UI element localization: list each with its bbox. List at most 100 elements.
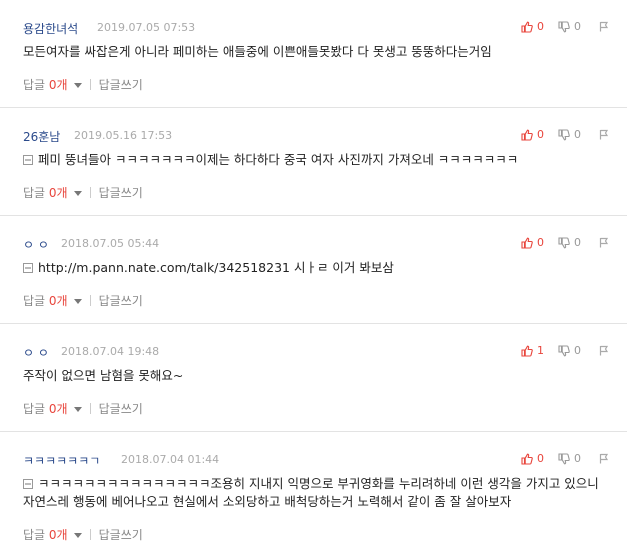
comment-footer: 답글 0개 답글쓰기 — [23, 526, 143, 543]
comment-date: 2018.07.04 01:44 — [121, 453, 220, 466]
image-icon — [23, 155, 33, 165]
comment-item: ㅇ ㅇ 2018.07.04 19:48 1 0 주작이 없으면 남혐을 못해요… — [0, 324, 627, 432]
comment-text: 페미 뚱녀들아 ㅋㅋㅋㅋㅋㅋㅋ이제는 하다하다 중국 여자 사진까지 가져오네 … — [38, 152, 519, 167]
reply-count: 0개 — [48, 78, 68, 92]
downvote-count: 0 — [574, 344, 581, 357]
vote-area: 0 0 — [507, 452, 609, 465]
upvote-button[interactable]: 1 — [521, 344, 544, 357]
reply-count: 0개 — [48, 528, 68, 542]
reply-label: 답글 — [23, 402, 46, 416]
upvote-count: 1 — [537, 344, 544, 357]
vote-area: 0 0 — [507, 128, 609, 141]
reply-count: 0개 — [48, 402, 68, 416]
reply-label: 답글 — [23, 186, 46, 200]
comment-item: ㅇ ㅇ 2018.07.05 05:44 0 0 http://m.pann.n… — [0, 216, 627, 324]
upvote-count: 0 — [537, 452, 544, 465]
reply-toggle[interactable]: 답글 0개 — [23, 400, 68, 417]
chevron-down-icon[interactable] — [73, 191, 82, 196]
comment-footer: 답글 0개 답글쓰기 — [23, 184, 143, 201]
comment-author[interactable]: ㅇ ㅇ — [23, 236, 49, 253]
comment-date: 2019.05.16 17:53 — [74, 129, 173, 142]
report-flag-icon[interactable] — [599, 21, 609, 32]
comment-author[interactable]: ㅇ ㅇ — [23, 344, 49, 361]
downvote-button[interactable]: 0 — [558, 20, 581, 33]
upvote-count: 0 — [537, 128, 544, 141]
comment-text: 주작이 없으면 남혐을 못해요~ — [23, 368, 184, 383]
reply-toggle[interactable]: 답글 0개 — [23, 526, 68, 543]
chevron-down-icon[interactable] — [73, 407, 82, 412]
thumb-up-icon — [521, 21, 533, 33]
comment-text: http://m.pann.nate.com/talk/342518231 시ㅏ… — [38, 260, 394, 275]
upvote-count: 0 — [537, 20, 544, 33]
thumb-down-icon — [558, 128, 570, 140]
upvote-button[interactable]: 0 — [521, 452, 544, 465]
comment-body: 페미 뚱녀들아 ㅋㅋㅋㅋㅋㅋㅋ이제는 하다하다 중국 여자 사진까지 가져오네 … — [23, 151, 607, 169]
write-reply-link[interactable]: 답글쓰기 — [99, 400, 143, 417]
reply-toggle[interactable]: 답글 0개 — [23, 184, 68, 201]
upvote-count: 0 — [537, 236, 544, 249]
comment-author[interactable]: ㅋㅋㅋㅋㅋㅋㄱ — [23, 452, 100, 469]
divider — [89, 79, 91, 90]
comment-footer: 답글 0개 답글쓰기 — [23, 292, 143, 309]
thumb-up-icon — [521, 345, 533, 357]
comment-author[interactable]: 26훈남 — [23, 128, 60, 145]
downvote-count: 0 — [574, 236, 581, 249]
chevron-down-icon[interactable] — [73, 83, 82, 88]
divider — [89, 295, 91, 306]
write-reply-link[interactable]: 답글쓰기 — [99, 184, 143, 201]
divider — [89, 403, 91, 414]
chevron-down-icon[interactable] — [73, 299, 82, 304]
divider — [89, 187, 91, 198]
divider — [89, 529, 91, 540]
downvote-count: 0 — [574, 128, 581, 141]
vote-area: 0 0 — [507, 236, 609, 249]
reply-label: 답글 — [23, 528, 46, 542]
upvote-button[interactable]: 0 — [521, 128, 544, 141]
report-flag-icon[interactable] — [599, 345, 609, 356]
comment-item: 용감한녀석 2019.07.05 07:53 0 0 모든여자를 싸잡은게 아니… — [0, 0, 627, 108]
comment-author[interactable]: 용감한녀석 — [23, 20, 78, 37]
comment-date: 2019.07.05 07:53 — [97, 21, 196, 34]
vote-area: 0 0 — [507, 20, 609, 33]
reply-count: 0개 — [48, 294, 68, 308]
reply-label: 답글 — [23, 294, 46, 308]
comment-body: http://m.pann.nate.com/talk/342518231 시ㅏ… — [23, 259, 607, 277]
thumb-down-icon — [558, 20, 570, 32]
downvote-button[interactable]: 0 — [558, 128, 581, 141]
report-flag-icon[interactable] — [599, 237, 609, 248]
thumb-down-icon — [558, 452, 570, 464]
write-reply-link[interactable]: 답글쓰기 — [99, 292, 143, 309]
chevron-down-icon[interactable] — [73, 533, 82, 538]
reply-toggle[interactable]: 답글 0개 — [23, 292, 68, 309]
reply-count: 0개 — [48, 186, 68, 200]
thumb-down-icon — [558, 236, 570, 248]
downvote-button[interactable]: 0 — [558, 452, 581, 465]
comment-footer: 답글 0개 답글쓰기 — [23, 76, 143, 93]
comment-item: 26훈남 2019.05.16 17:53 0 0 페미 뚱녀들아 ㅋㅋㅋㅋㅋㅋ… — [0, 108, 627, 216]
upvote-button[interactable]: 0 — [521, 236, 544, 249]
report-flag-icon[interactable] — [599, 453, 609, 464]
comment-body: 주작이 없으면 남혐을 못해요~ — [23, 367, 607, 385]
downvote-button[interactable]: 0 — [558, 236, 581, 249]
thumb-up-icon — [521, 237, 533, 249]
write-reply-link[interactable]: 답글쓰기 — [99, 526, 143, 543]
comment-footer: 답글 0개 답글쓰기 — [23, 400, 143, 417]
vote-area: 1 0 — [507, 344, 609, 357]
comment-date: 2018.07.05 05:44 — [61, 237, 160, 250]
downvote-count: 0 — [574, 20, 581, 33]
comment-item: ㅋㅋㅋㅋㅋㅋㄱ 2018.07.04 01:44 0 0 ㅋㅋㅋㅋㅋㅋㅋㅋㅋㅋㅋ… — [0, 432, 627, 548]
downvote-count: 0 — [574, 452, 581, 465]
thumb-up-icon — [521, 129, 533, 141]
comment-list: 용감한녀석 2019.07.05 07:53 0 0 모든여자를 싸잡은게 아니… — [0, 0, 627, 548]
image-icon — [23, 479, 33, 489]
thumb-down-icon — [558, 344, 570, 356]
report-flag-icon[interactable] — [599, 129, 609, 140]
reply-toggle[interactable]: 답글 0개 — [23, 76, 68, 93]
comment-date: 2018.07.04 19:48 — [61, 345, 160, 358]
comment-text: ㅋㅋㅋㅋㅋㅋㅋㅋㅋㅋㅋㅋㅋㅋㅋ조용히 지내지 익명으로 부귀영화를 누리려하네 … — [23, 476, 599, 509]
write-reply-link[interactable]: 답글쓰기 — [99, 76, 143, 93]
downvote-button[interactable]: 0 — [558, 344, 581, 357]
thumb-up-icon — [521, 453, 533, 465]
reply-label: 답글 — [23, 78, 46, 92]
upvote-button[interactable]: 0 — [521, 20, 544, 33]
